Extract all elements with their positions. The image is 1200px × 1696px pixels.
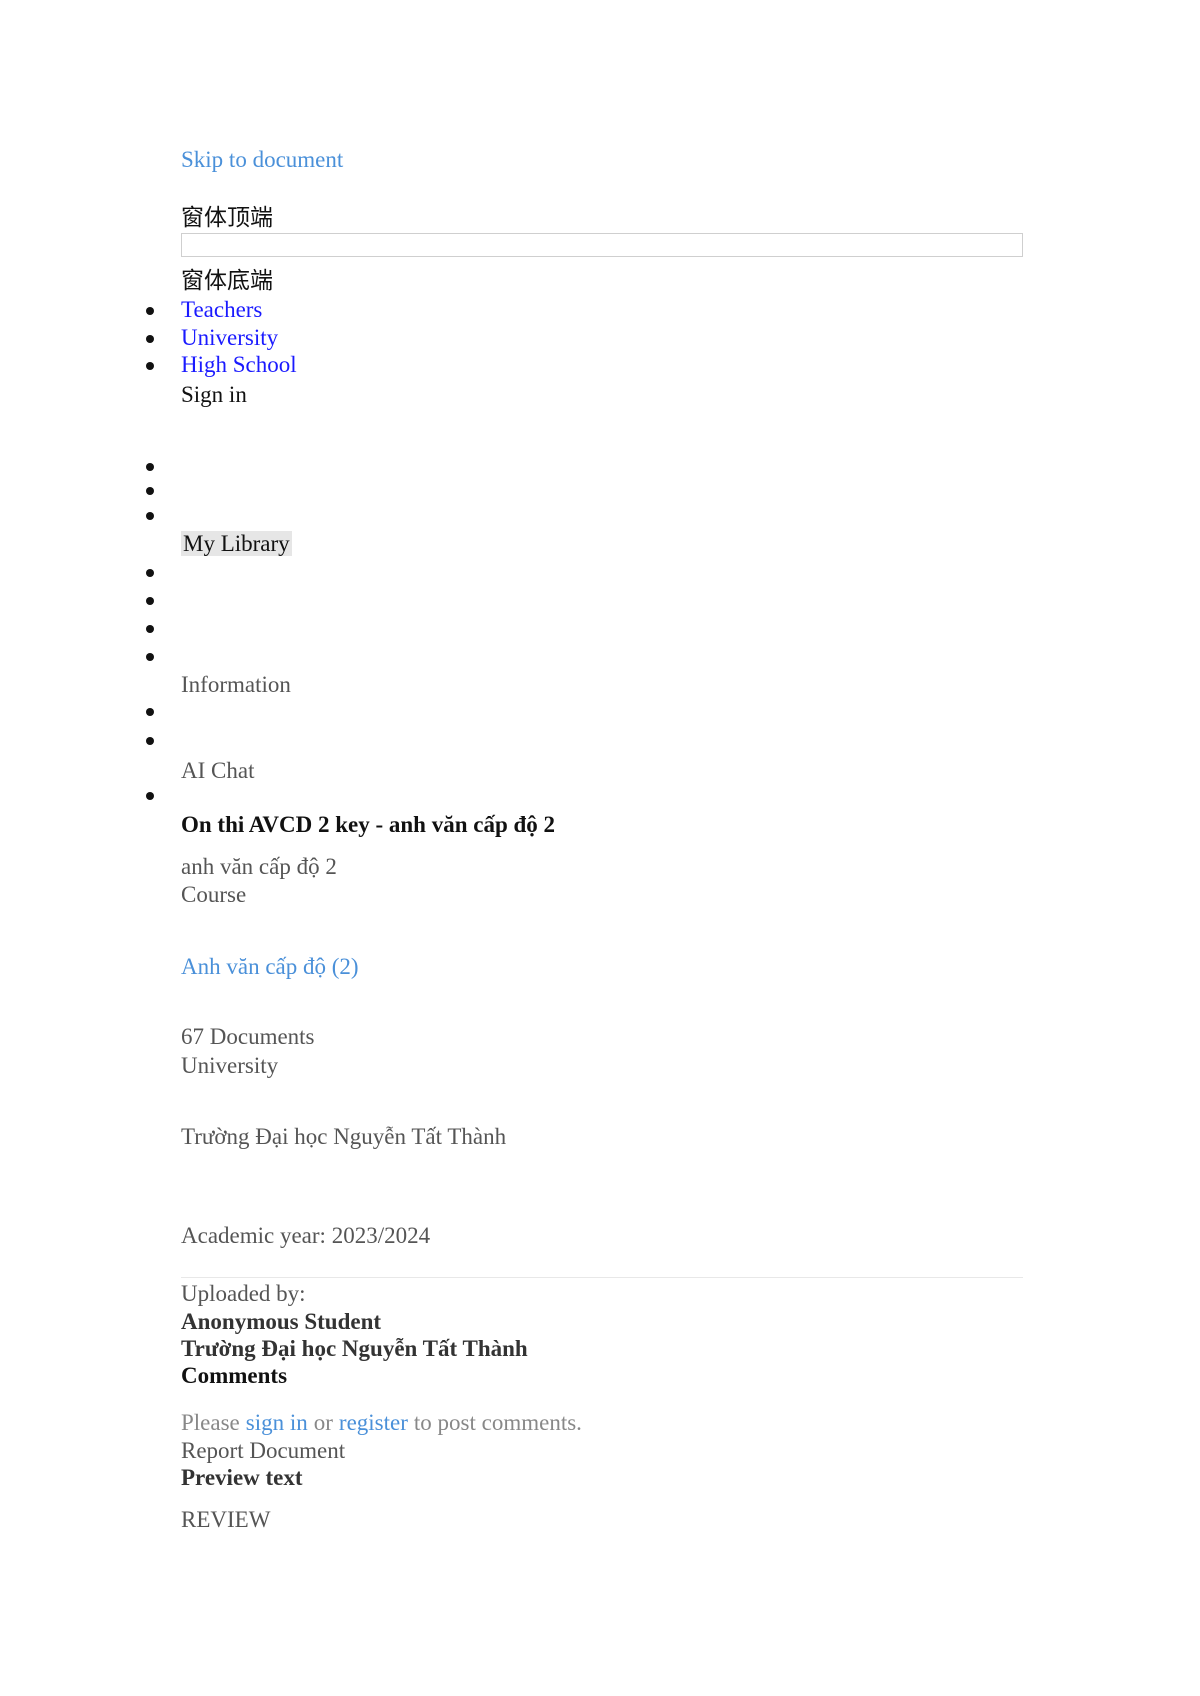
search-input[interactable] (181, 233, 1023, 257)
form-bottom-label: 窗体底端 (181, 268, 273, 293)
comments-sign-in-link[interactable]: sign in (246, 1410, 308, 1435)
preview-heading: Preview text (181, 1465, 303, 1490)
form-top-label: 窗体顶端 (181, 205, 273, 230)
comments-prompt: Please sign in or register to post comments. (181, 1411, 582, 1434)
uploaded-by-label: Uploaded by: (181, 1281, 306, 1306)
information-tab[interactable]: Information (181, 673, 291, 696)
comments-prefix: Please (181, 1410, 240, 1435)
bullet (146, 653, 154, 661)
comments-heading: Comments (181, 1363, 288, 1388)
bullet (146, 307, 154, 315)
sign-in-button[interactable]: Sign in (181, 383, 247, 406)
divider (181, 1277, 1023, 1278)
bullet (146, 625, 154, 633)
nav-item-university[interactable]: University (181, 326, 278, 349)
university-label: University (181, 1053, 279, 1078)
course-link[interactable]: Anh văn cấp độ (2) (181, 955, 359, 978)
bullet (146, 569, 154, 577)
my-library-button[interactable]: My Library (181, 531, 292, 556)
skip-to-document-link[interactable]: Skip to document (181, 148, 343, 171)
documents-count: 67 Documents (181, 1024, 315, 1049)
uploader-school: Trường Đại học Nguyễn Tất Thành (181, 1336, 528, 1361)
university-name[interactable]: Trường Đại học Nguyễn Tất Thành (181, 1125, 506, 1148)
nav-item-high-school[interactable]: High School (181, 353, 297, 376)
bullet (146, 512, 154, 520)
document-title: On thi AVCD 2 key - anh văn cấp độ 2 (181, 812, 556, 837)
bullet (146, 737, 154, 745)
bullet (146, 487, 154, 495)
bullet (146, 708, 154, 716)
bullet (146, 463, 154, 471)
course-label: Course (181, 882, 247, 907)
my-library-label: My Library (181, 531, 292, 556)
report-document-button[interactable]: Report Document (181, 1439, 345, 1462)
bullet (146, 792, 154, 800)
ai-chat-tab[interactable]: AI Chat (181, 759, 254, 782)
preview-text: REVIEW (181, 1507, 271, 1532)
document-subtitle: anh văn cấp độ 2 (181, 854, 337, 879)
nav-item-teachers[interactable]: Teachers (181, 298, 262, 321)
bullet (146, 597, 154, 605)
academic-year: Academic year: 2023/2024 (181, 1223, 431, 1248)
uploader-name: Anonymous Student (181, 1309, 382, 1334)
bullet (146, 335, 154, 343)
comments-suffix: to post comments. (413, 1410, 582, 1435)
comments-register-link[interactable]: register (339, 1410, 408, 1435)
comments-or: or (313, 1410, 333, 1435)
bullet (146, 362, 154, 370)
